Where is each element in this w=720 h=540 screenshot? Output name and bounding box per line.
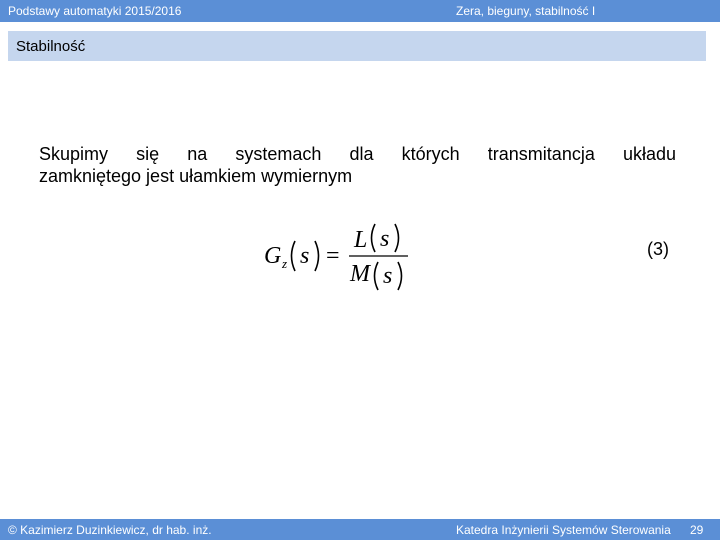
body-line-2: zamkniętego jest ułamkiem wymiernym [39,166,353,186]
formula-num-left-paren [370,223,376,253]
footer-page-number: 29 [690,523,704,537]
formula-num-right-paren [394,223,400,253]
formula-den-left-paren [373,261,379,291]
formula-s-den: s [383,263,392,289]
equation-number: (3) [647,239,669,259]
formula-subscript: z [281,256,287,271]
footer-author: © Kazimierz Duzinkiewicz, dr hab. inż. [8,523,212,537]
footer-bar: © Kazimierz Duzinkiewicz, dr hab. inż. K… [0,519,720,540]
formula-equals: = [326,243,340,269]
header-course: Podstawy automatyki 2015/2016 [8,4,182,18]
footer-department: Katedra Inżynierii Systemów Sterowania [456,523,671,537]
body-paragraph: Skupimy się na systemach dla których tra… [39,143,676,187]
transfer-function-formula: G z s = L s M s [264,223,408,291]
formula-den-right-paren [397,261,403,291]
section-title: Stabilność [16,38,86,55]
formula-s-num: s [380,226,389,252]
formula-right-paren [314,240,320,272]
formula-s-left: s [300,243,309,269]
header-topic: Zera, bieguny, stabilność I [456,4,596,18]
section-band: Stabilność [8,31,706,61]
header-bar: Podstawy automatyki 2015/2016 Zera, bieg… [0,0,720,22]
formula-g: G [264,243,281,269]
formula-denominator-fn: M [349,261,372,287]
body-line-1: Skupimy się na systemach dla których tra… [39,144,676,164]
formula-left-paren [290,240,296,272]
formula-numerator-fn: L [353,227,367,253]
